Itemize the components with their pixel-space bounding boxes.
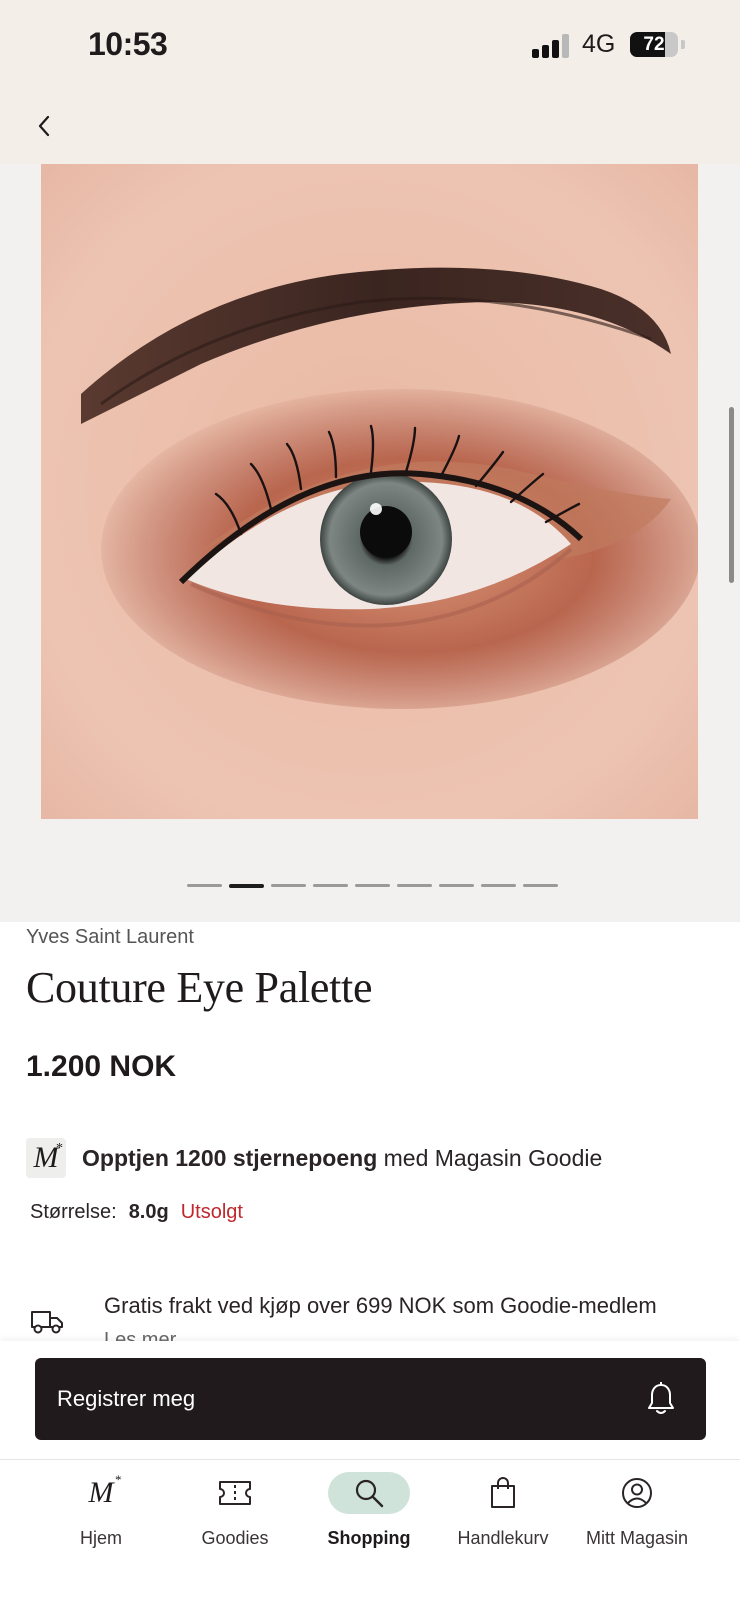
tab-label: Handlekurv xyxy=(457,1528,549,1548)
shipping-text: Gratis frakt ved kjøp over 699 NOK som G… xyxy=(104,1293,657,1318)
gallery-dot[interactable] xyxy=(355,884,390,887)
network-type: 4G xyxy=(582,30,616,58)
gallery-dot[interactable] xyxy=(439,884,474,887)
tab-label: Mitt Magasin xyxy=(585,1528,689,1548)
gallery-dot[interactable] xyxy=(271,884,306,887)
eye-makeup-image xyxy=(41,164,698,819)
gallery-dot[interactable] xyxy=(481,884,516,887)
tab-bar: M * Hjem Goodies Shopping Handlekurv Mit… xyxy=(0,1459,740,1600)
battery-icon: 72 xyxy=(630,32,678,57)
size-row: Størrelse: 8.0g Utsolgt xyxy=(30,1201,243,1224)
battery-percent: 72 xyxy=(643,34,665,55)
register-button[interactable]: Registrer meg xyxy=(35,1358,706,1440)
bell-icon xyxy=(648,1382,674,1414)
truck-icon xyxy=(31,1311,63,1334)
nav-header xyxy=(0,90,740,164)
tab-shopping[interactable]: Shopping xyxy=(302,1460,436,1570)
search-icon xyxy=(328,1472,410,1514)
status-time: 10:53 xyxy=(88,26,168,62)
tab-label: Goodies xyxy=(201,1528,269,1548)
register-label: Registrer meg xyxy=(57,1386,196,1411)
shipping-info: Gratis frakt ved kjøp over 699 NOK som G… xyxy=(30,1293,720,1341)
battery-tip xyxy=(681,40,685,49)
size-label: Størrelse: xyxy=(30,1201,117,1223)
user-circle-icon xyxy=(596,1472,678,1514)
gallery-dot[interactable] xyxy=(523,884,558,887)
gallery-dot[interactable] xyxy=(229,884,264,888)
product-image[interactable] xyxy=(41,164,698,819)
tab-label: Shopping xyxy=(327,1528,411,1548)
magasin-logo-icon: M * xyxy=(26,1138,66,1178)
points-bold-text: Opptjen 1200 stjernepoeng xyxy=(82,1144,378,1171)
tab-goodies[interactable]: Goodies xyxy=(168,1460,302,1570)
goodie-points-row: M * Opptjen 1200 stjernepoeng med Magasin… xyxy=(26,1137,602,1179)
product-brand[interactable]: Yves Saint Laurent xyxy=(26,926,194,949)
magasin-logo-icon: M * xyxy=(88,1472,122,1509)
gallery-dot[interactable] xyxy=(397,884,432,887)
back-button[interactable] xyxy=(26,108,62,144)
product-price: 1.200 NOK xyxy=(26,1050,177,1083)
tab-label: Hjem xyxy=(79,1528,122,1548)
scrollbar-thumb[interactable] xyxy=(729,407,734,583)
signal-strength-icon xyxy=(532,34,572,58)
status-bar: 10:53 4G 72 xyxy=(0,0,740,90)
tab-hjem[interactable]: M * Hjem xyxy=(34,1460,168,1570)
gallery-dot[interactable] xyxy=(187,884,222,887)
tab-mitt-magasin[interactable]: Mitt Magasin xyxy=(570,1460,704,1570)
read-more-link[interactable]: Les mer xyxy=(104,1329,176,1341)
stock-status: Utsolgt xyxy=(180,1201,243,1223)
gallery-pagination[interactable] xyxy=(187,884,558,888)
gallery-dot[interactable] xyxy=(313,884,348,887)
shopping-bag-icon xyxy=(462,1472,544,1514)
points-rest-text: med Magasin Goodie xyxy=(377,1144,603,1171)
size-value[interactable]: 8.0g xyxy=(129,1201,169,1224)
ticket-icon xyxy=(194,1472,276,1514)
tab-handlekurv[interactable]: Handlekurv xyxy=(436,1460,570,1570)
product-gallery[interactable] xyxy=(0,164,740,922)
chevron-left-icon xyxy=(38,115,50,137)
product-title: Couture Eye Palette xyxy=(26,963,373,1012)
register-bar: Registrer meg xyxy=(0,1341,740,1459)
goodie-points-text: Opptjen 1200 stjernepoeng med Magasin Go… xyxy=(82,1145,602,1172)
